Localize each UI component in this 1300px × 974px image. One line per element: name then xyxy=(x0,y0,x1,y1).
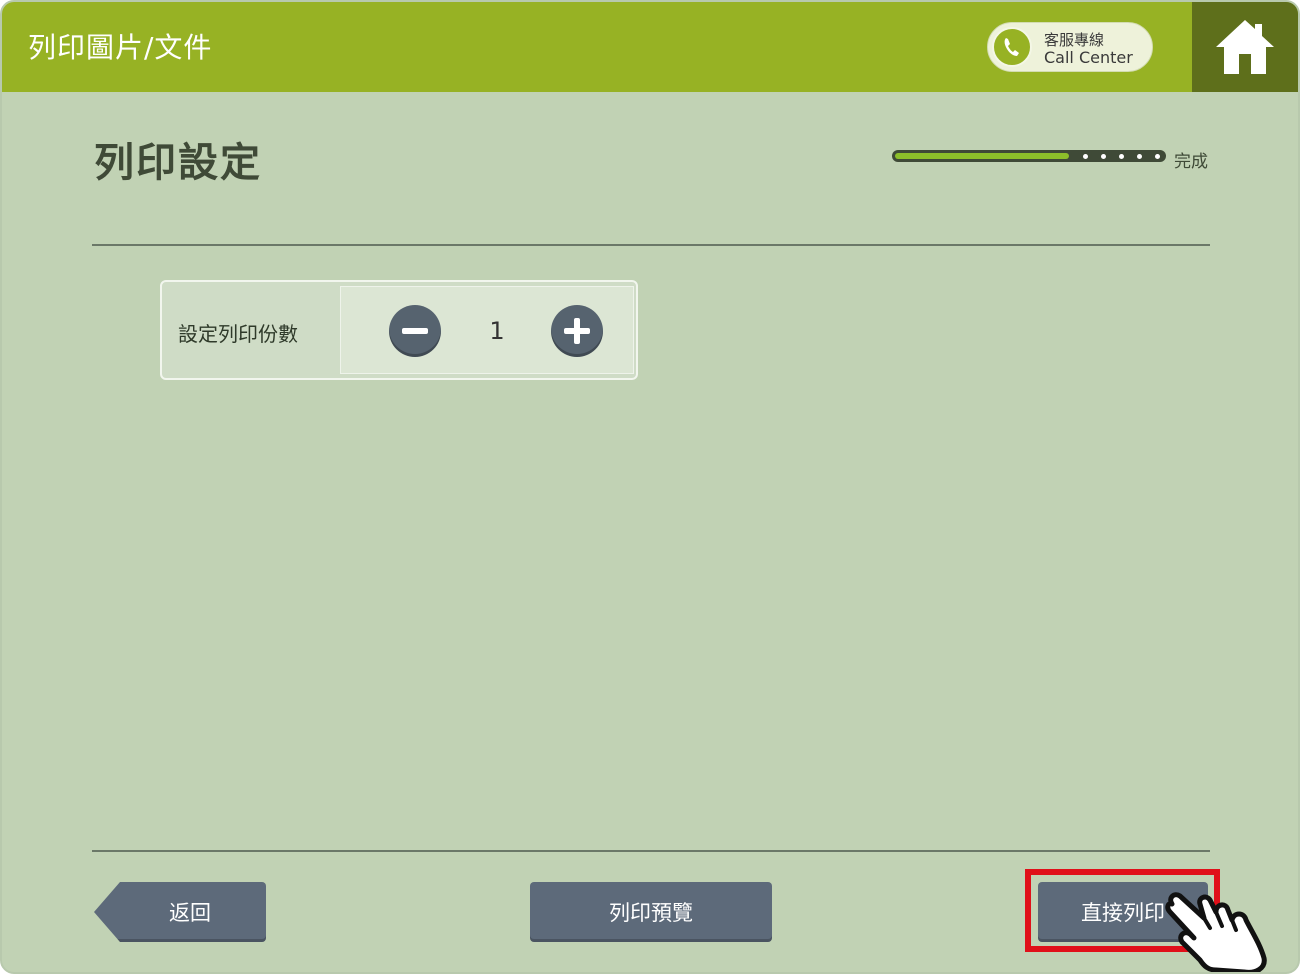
bottom-divider xyxy=(92,850,1210,852)
print-preview-button[interactable]: 列印預覽 xyxy=(530,882,772,942)
back-button[interactable]: 返回 xyxy=(94,882,266,942)
copies-setting-panel: 設定列印份數 1 xyxy=(160,280,638,380)
kiosk-screen: 列印圖片/文件 客服專線 Call Center 列印設定 完成 設定列印份數 … xyxy=(0,0,1300,974)
progress-fill xyxy=(895,153,1069,159)
top-divider xyxy=(92,244,1210,246)
page-title: 列印設定 xyxy=(94,140,262,186)
copies-label: 設定列印份數 xyxy=(178,322,298,346)
progress-step-dot xyxy=(1083,154,1088,159)
increase-copies-button[interactable] xyxy=(551,305,603,357)
call-center-label-en: Call Center xyxy=(1044,48,1133,67)
progress-step-dot xyxy=(1137,154,1142,159)
call-center-label-zh: 客服專線 xyxy=(1044,31,1105,49)
minus-icon xyxy=(402,328,428,334)
progress-end-label: 完成 xyxy=(1174,152,1208,172)
progress-step-dot xyxy=(1155,154,1160,159)
copies-count: 1 xyxy=(489,317,505,345)
progress-step-dot xyxy=(1119,154,1124,159)
quantity-stepper: 1 xyxy=(340,286,634,374)
decrease-copies-button[interactable] xyxy=(389,305,441,357)
pointing-hand-icon xyxy=(1165,892,1267,972)
header-bar: 列印圖片/文件 客服專線 Call Center xyxy=(2,2,1298,92)
call-center-button[interactable]: 客服專線 Call Center xyxy=(987,22,1153,72)
home-button[interactable] xyxy=(1192,2,1298,92)
home-icon xyxy=(1216,20,1274,74)
progress-step-dot xyxy=(1101,154,1106,159)
phone-icon xyxy=(992,27,1032,67)
app-title: 列印圖片/文件 xyxy=(28,31,213,64)
progress-bar xyxy=(892,148,1168,166)
plus-icon xyxy=(564,318,590,344)
